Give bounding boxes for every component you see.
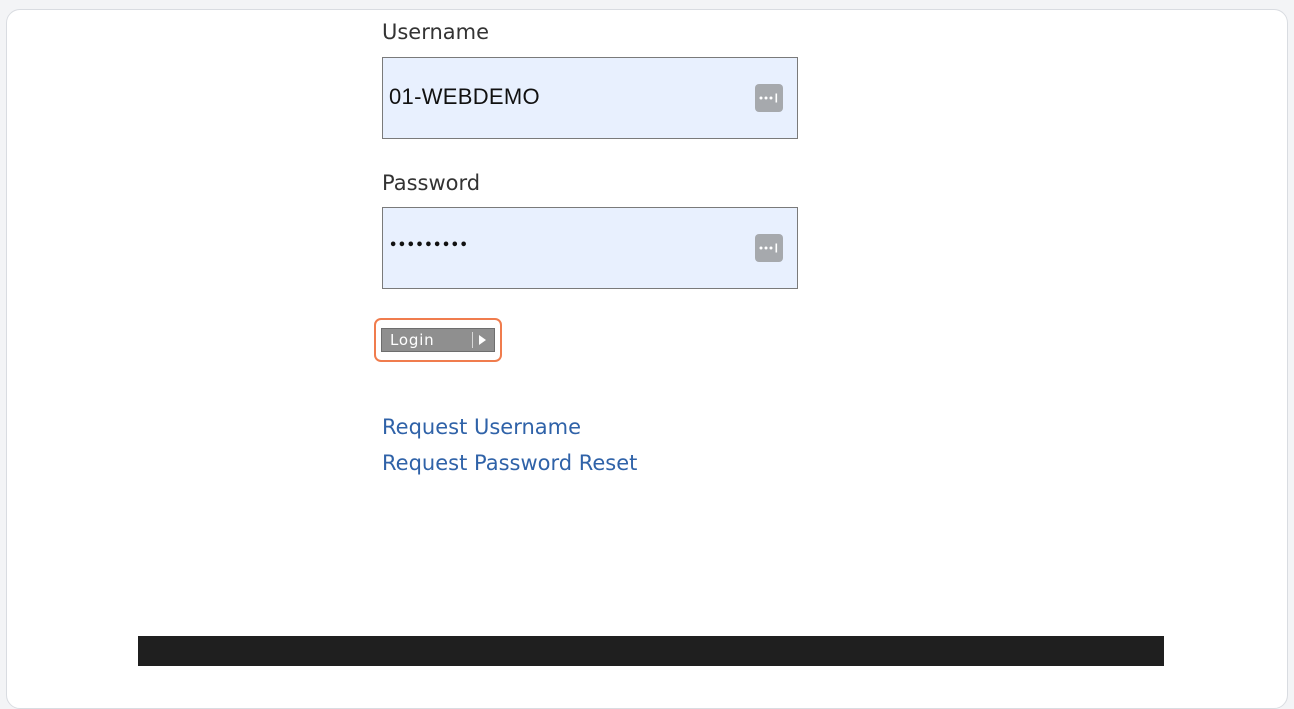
password-manager-icon[interactable]	[755, 234, 783, 262]
username-value: 01-WEBDEMO	[389, 84, 540, 109]
password-value: •••••••••	[389, 238, 469, 253]
username-label: Username	[382, 20, 490, 44]
password-label: Password	[382, 171, 481, 195]
play-arrow-icon	[479, 335, 486, 345]
password-manager-icon[interactable]	[755, 84, 783, 112]
login-button-label: Login	[390, 331, 435, 349]
footer-bar	[138, 636, 1164, 666]
login-button-divider	[472, 332, 473, 348]
password-field[interactable]: •••••••••	[382, 207, 798, 289]
login-button[interactable]: Login	[381, 328, 495, 352]
request-username-link[interactable]: Request Username	[382, 415, 581, 439]
login-button-highlight: Login	[374, 318, 502, 362]
username-field[interactable]: 01-WEBDEMO	[382, 57, 798, 139]
request-password-reset-link[interactable]: Request Password Reset	[382, 451, 637, 475]
